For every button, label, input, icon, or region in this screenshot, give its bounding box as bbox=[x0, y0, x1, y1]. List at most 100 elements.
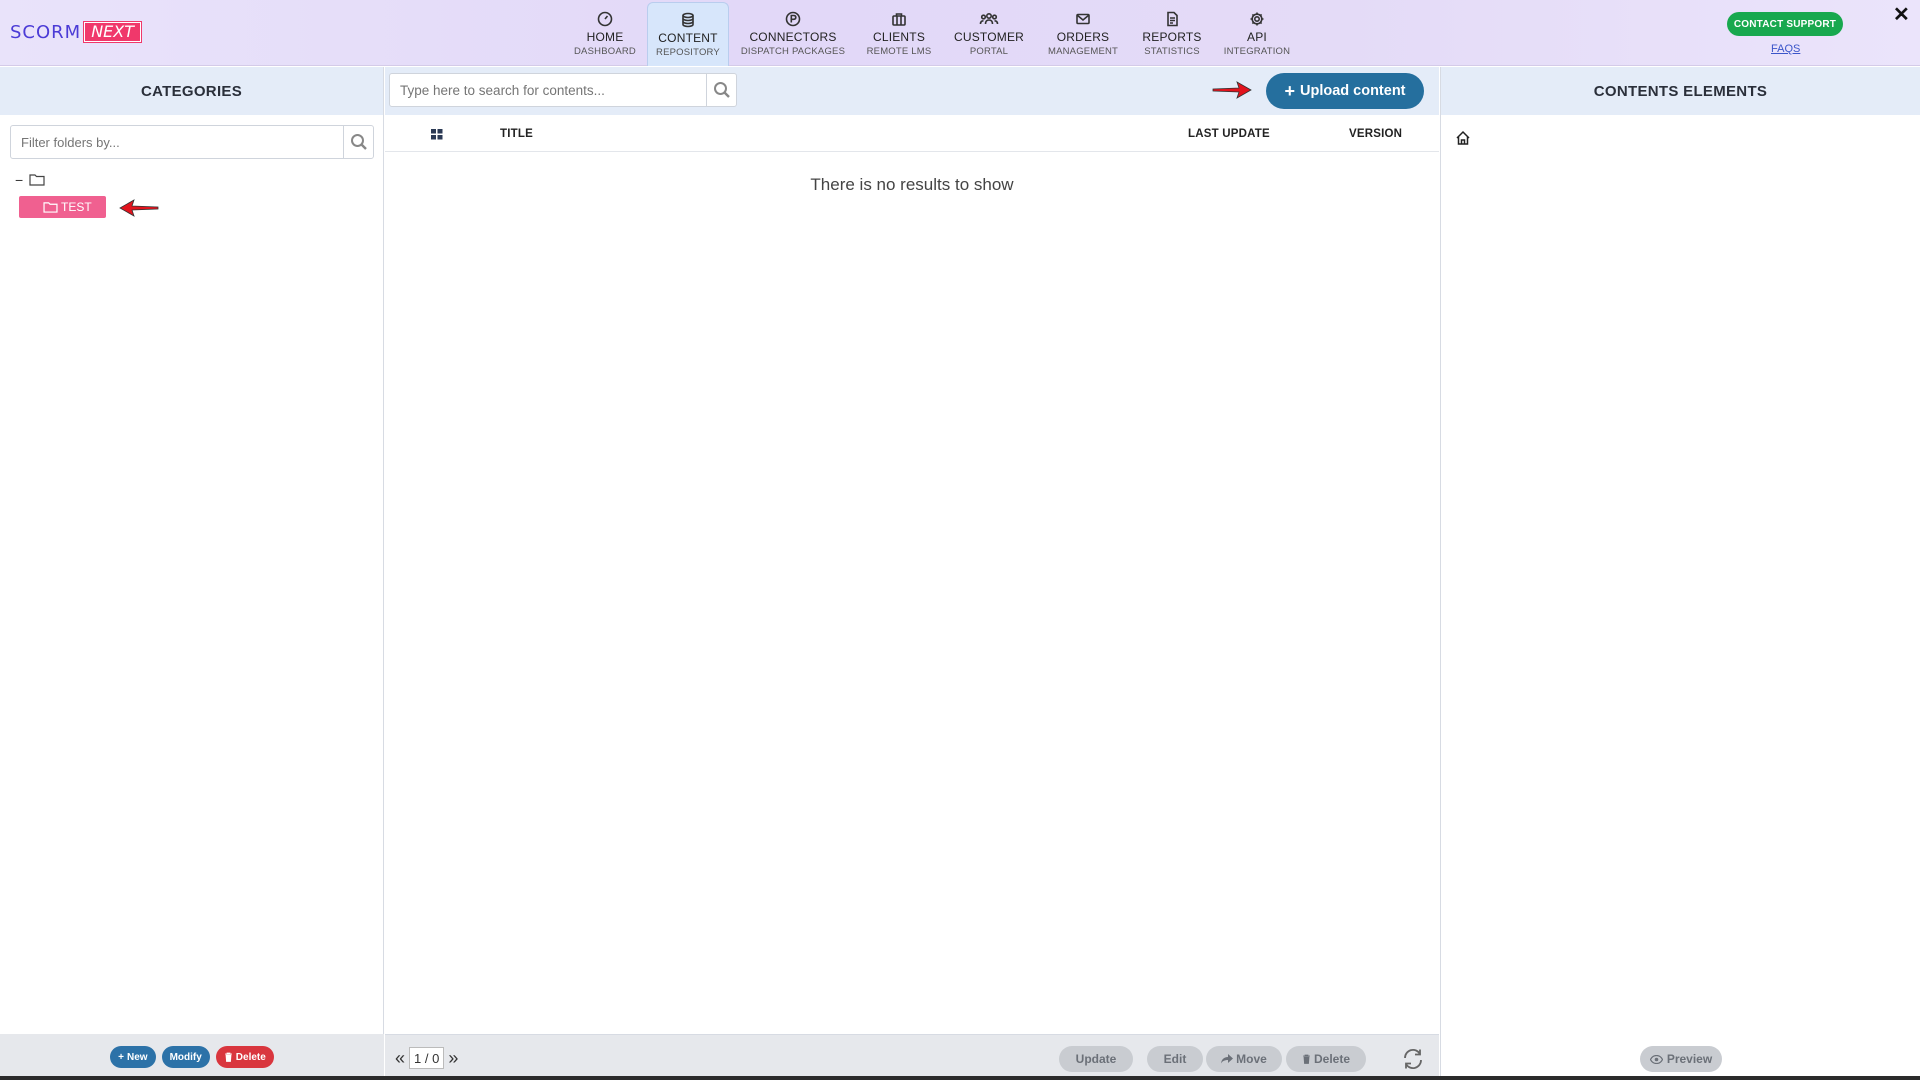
document-icon bbox=[1167, 11, 1178, 27]
red-arrow-left-icon bbox=[119, 199, 159, 217]
nav-home[interactable]: HOME DASHBOARD bbox=[563, 2, 647, 66]
nav-clients[interactable]: CLIENTS REMOTE LMS bbox=[857, 2, 941, 66]
p-circle-icon bbox=[785, 11, 801, 27]
contents-elements-footer: Preview bbox=[1441, 1034, 1920, 1080]
edit-label: Edit bbox=[1163, 1052, 1187, 1066]
categories-footer: + New Modify Delete bbox=[0, 1034, 384, 1080]
nav-label: CLIENTS bbox=[872, 30, 926, 44]
contents-elements-panel: CONTENTS ELEMENTS Preview bbox=[1440, 67, 1920, 1080]
plus-icon: + bbox=[1284, 81, 1295, 101]
briefcase-icon bbox=[892, 13, 906, 26]
nav-sublabel: DASHBOARD bbox=[574, 46, 636, 57]
red-arrow-right-icon bbox=[1212, 81, 1252, 99]
delete-category-button[interactable]: Delete bbox=[215, 1046, 274, 1068]
nav-label: CONNECTORS bbox=[749, 30, 837, 44]
content-search bbox=[389, 73, 737, 107]
content-footer: « 1 / 0 » Update Edit Move Delete bbox=[385, 1034, 1439, 1080]
content-table-header: TITLE LAST UPDATE VERSION bbox=[385, 116, 1439, 152]
nav-label: ORDERS bbox=[1056, 30, 1110, 44]
refresh-icon[interactable] bbox=[1401, 1047, 1425, 1071]
plus-icon: + bbox=[118, 1051, 125, 1063]
page-indicator[interactable]: 1 / 0 bbox=[409, 1047, 445, 1069]
folder-test[interactable]: TEST bbox=[19, 196, 106, 218]
move-button[interactable]: Move bbox=[1206, 1046, 1282, 1072]
tree-root[interactable]: − bbox=[15, 173, 45, 187]
home-icon[interactable] bbox=[1455, 130, 1471, 146]
column-version[interactable]: VERSION bbox=[1349, 128, 1402, 140]
move-label: Move bbox=[1236, 1052, 1267, 1066]
main-nav: HOME DASHBOARD CONTENT REPOSITORY CONNEC… bbox=[563, 2, 1299, 66]
grid-view-icon[interactable] bbox=[431, 129, 443, 140]
upload-content-button[interactable]: + Upload content bbox=[1266, 73, 1424, 109]
faqs-link[interactable]: FAQS bbox=[1771, 43, 1800, 55]
brand-logo-scorm: SCORM bbox=[10, 21, 82, 43]
delete-label: Delete bbox=[235, 1051, 266, 1063]
delete-content-label: Delete bbox=[1313, 1052, 1351, 1066]
content-panel: + Upload content TITLE LAST UPDATE VERSI… bbox=[385, 67, 1439, 1080]
search-icon bbox=[713, 82, 730, 98]
nav-customer[interactable]: CUSTOMER PORTAL bbox=[941, 2, 1037, 66]
content-toolbar: + Upload content bbox=[385, 67, 1439, 115]
top-bar: SCORM NEXT HOME DASHBOARD CONTENT REPOSI… bbox=[0, 0, 1920, 66]
upload-content-label: Upload content bbox=[1299, 83, 1406, 99]
last-page-icon[interactable]: » bbox=[448, 1048, 458, 1069]
update-button[interactable]: Update bbox=[1059, 1046, 1133, 1072]
column-title[interactable]: TITLE bbox=[500, 128, 533, 140]
envelope-icon bbox=[1076, 13, 1090, 25]
first-page-icon[interactable]: « bbox=[395, 1048, 405, 1069]
content-search-input[interactable] bbox=[390, 74, 700, 106]
empty-results-message: There is no results to show bbox=[810, 175, 1014, 194]
users-icon bbox=[979, 12, 999, 25]
nav-sublabel: DISPATCH PACKAGES bbox=[740, 46, 846, 57]
nav-sublabel: MANAGEMENT bbox=[1047, 46, 1119, 57]
gauge-icon bbox=[597, 11, 613, 27]
nav-label: REPORTS bbox=[1142, 30, 1202, 44]
pagination: « 1 / 0 » bbox=[395, 1047, 458, 1069]
nav-sublabel: REPOSITORY bbox=[656, 47, 720, 58]
column-last-update[interactable]: LAST UPDATE bbox=[1188, 128, 1270, 140]
nav-orders[interactable]: ORDERS MANAGEMENT bbox=[1037, 2, 1129, 66]
folder-filter-search-button[interactable] bbox=[343, 126, 373, 158]
modify-label: Modify bbox=[169, 1051, 202, 1063]
nav-label: CUSTOMER bbox=[953, 30, 1025, 44]
delete-content-button[interactable]: Delete bbox=[1286, 1046, 1366, 1072]
new-label: New bbox=[127, 1051, 148, 1063]
update-label: Update bbox=[1075, 1052, 1117, 1066]
nav-sublabel: STATISTICS bbox=[1144, 46, 1200, 57]
nav-sublabel: PORTAL bbox=[969, 46, 1009, 57]
preview-button[interactable]: Preview bbox=[1640, 1046, 1722, 1072]
nav-sublabel: INTEGRATION bbox=[1223, 46, 1291, 57]
contact-support-button[interactable]: CONTACT SUPPORT bbox=[1727, 12, 1843, 36]
contents-elements-title: CONTENTS ELEMENTS bbox=[1441, 67, 1920, 115]
nav-label: CONTENT bbox=[658, 31, 718, 45]
folder-label: TEST bbox=[61, 200, 92, 214]
trash-icon bbox=[224, 1052, 232, 1062]
nav-label: API bbox=[1247, 30, 1267, 44]
folder-icon bbox=[29, 174, 45, 186]
close-icon[interactable]: ✕ bbox=[1893, 2, 1910, 27]
nav-reports[interactable]: REPORTS STATISTICS bbox=[1129, 2, 1215, 66]
brand-logo-next: NEXT bbox=[83, 21, 143, 43]
nav-connectors[interactable]: CONNECTORS DISPATCH PACKAGES bbox=[729, 2, 857, 66]
database-icon bbox=[682, 12, 694, 28]
folder-filter-input[interactable] bbox=[11, 126, 331, 158]
new-category-button[interactable]: + New bbox=[110, 1046, 156, 1068]
edit-button[interactable]: Edit bbox=[1147, 1046, 1203, 1072]
preview-label: Preview bbox=[1666, 1052, 1713, 1066]
categories-title: CATEGORIES bbox=[0, 67, 383, 115]
tree-collapse-toggle[interactable]: − bbox=[15, 173, 23, 187]
nav-label: HOME bbox=[586, 30, 624, 44]
folder-icon bbox=[43, 202, 58, 213]
folder-filter bbox=[10, 125, 374, 159]
search-icon bbox=[350, 134, 367, 150]
nav-content[interactable]: CONTENT REPOSITORY bbox=[647, 2, 729, 66]
content-search-button[interactable] bbox=[706, 74, 736, 106]
eye-icon bbox=[1649, 1054, 1663, 1064]
nav-sublabel: REMOTE LMS bbox=[866, 46, 932, 57]
gear-icon bbox=[1250, 12, 1264, 26]
brand-logo[interactable]: SCORM NEXT bbox=[10, 21, 143, 43]
nav-api[interactable]: API INTEGRATION bbox=[1215, 2, 1299, 66]
share-arrow-icon bbox=[1221, 1054, 1234, 1064]
modify-category-button[interactable]: Modify bbox=[161, 1046, 210, 1068]
window-bottom-edge bbox=[0, 1076, 1920, 1080]
